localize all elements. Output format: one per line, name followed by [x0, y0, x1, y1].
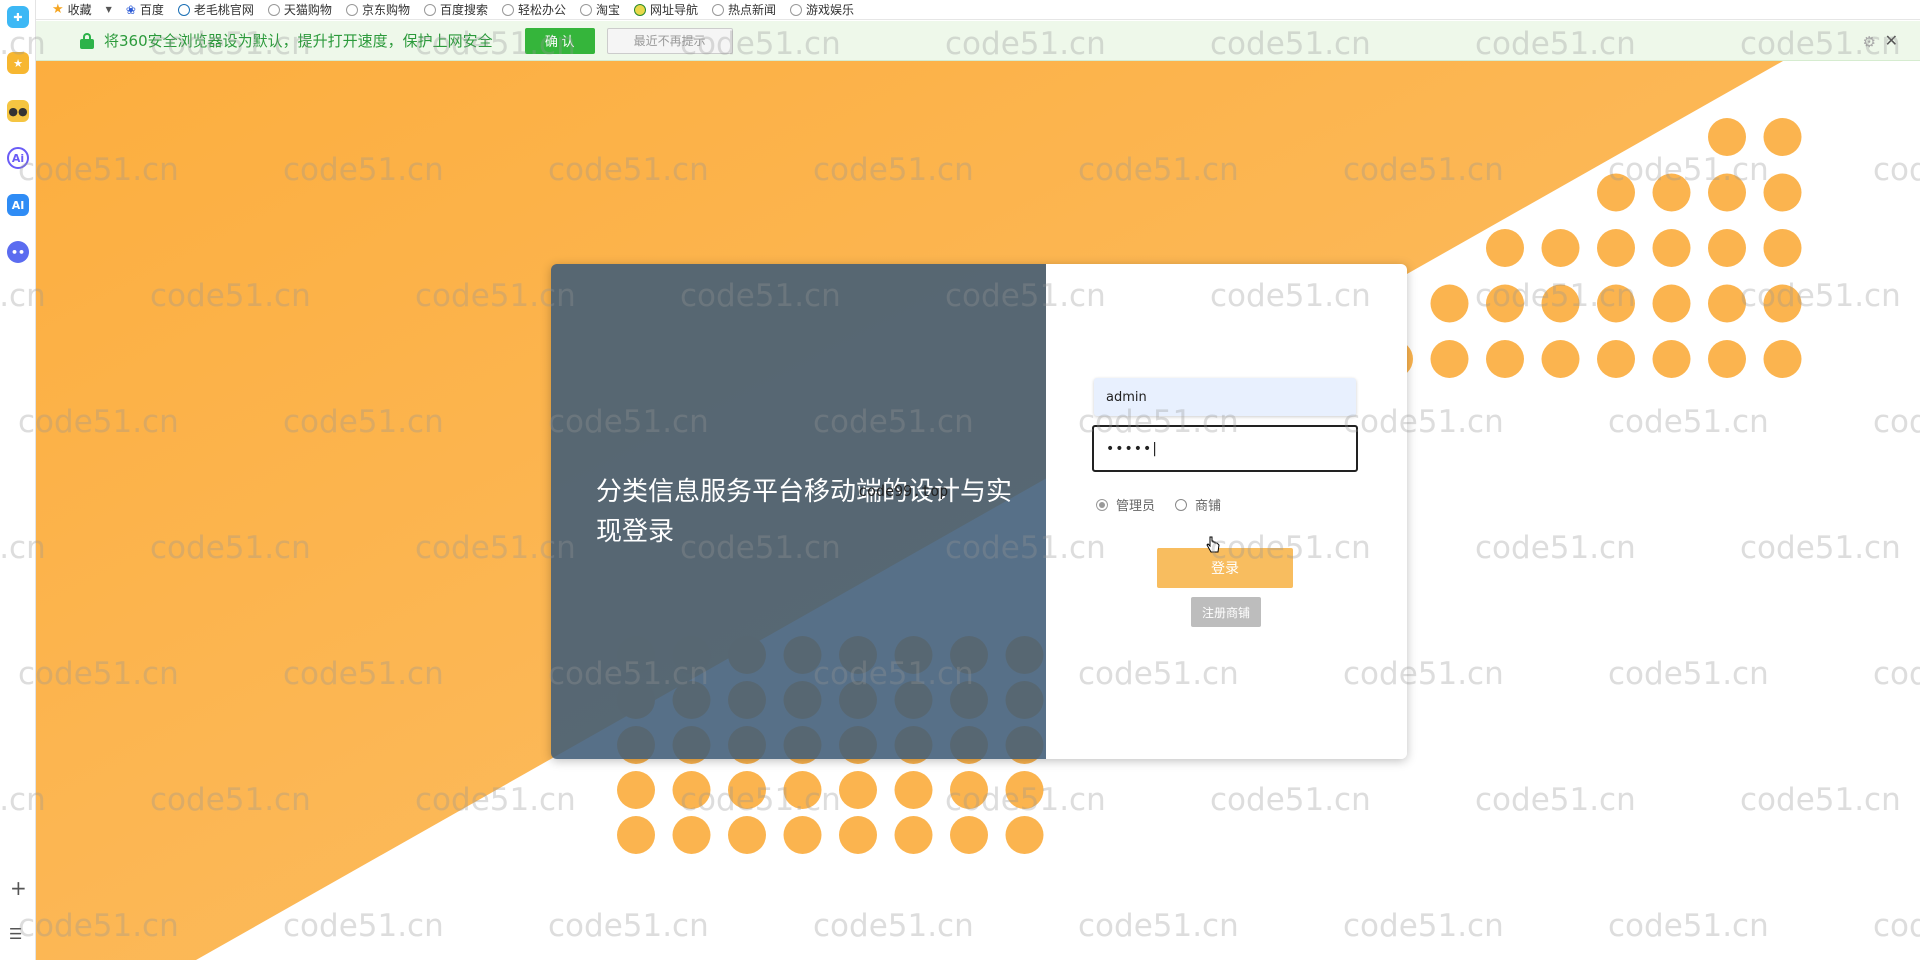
decor-dot — [617, 771, 655, 809]
ai-gradient-icon[interactable]: Ai — [7, 147, 29, 169]
decor-dot — [950, 771, 988, 809]
decor-dot — [1652, 173, 1691, 212]
decor-dot — [1763, 173, 1802, 212]
decor-dot — [894, 816, 933, 854]
globe-icon — [423, 3, 436, 16]
decor-dot — [839, 771, 877, 809]
decor-dot — [1763, 284, 1802, 323]
login-button[interactable]: 登录 — [1157, 548, 1293, 588]
globe-icon — [267, 3, 280, 16]
decor-dot — [1486, 284, 1524, 323]
bookmark-favorites[interactable]: ★ 收藏 ▼ — [52, 1, 112, 18]
decor-dot — [1708, 229, 1746, 267]
decor-dot — [1763, 340, 1802, 378]
chevron-down-icon[interactable]: ▼ — [106, 5, 112, 14]
decor-dot — [1652, 284, 1691, 323]
decor-dot — [1005, 816, 1044, 854]
decor-dot — [1652, 229, 1691, 267]
bookmark-baidu-search[interactable]: 百度搜索 — [423, 1, 488, 18]
chat-bot-icon[interactable]: •• — [7, 241, 29, 263]
robot-assistant-icon[interactable]: ●● — [7, 100, 29, 122]
bookmark-taobao[interactable]: 淘宝 — [579, 1, 620, 18]
overlay-site-text: code99.top — [858, 482, 949, 500]
360-browser-logo-icon[interactable]: ✚ — [7, 6, 29, 28]
decor-dot — [1708, 118, 1746, 156]
page-title: 分类信息服务平台移动端的设计与实现登录 — [596, 477, 1013, 547]
role-option-admin[interactable]: 管理员 — [1096, 495, 1155, 514]
decor-dot — [894, 771, 933, 809]
username-input[interactable] — [1094, 378, 1356, 416]
decor-dot — [1541, 284, 1580, 323]
decor-dot — [1430, 284, 1469, 323]
add-icon[interactable]: + — [10, 876, 27, 900]
favorites-star-icon[interactable]: ★ — [7, 52, 29, 74]
confirm-button[interactable]: 确 认 — [524, 27, 595, 54]
decor-dot — [1708, 284, 1746, 323]
bookmark-tmall[interactable]: 天猫购物 — [267, 1, 332, 18]
bookmark-games[interactable]: 游戏娱乐 — [790, 1, 854, 18]
nav-icon — [634, 3, 646, 16]
decor-dot — [672, 816, 711, 854]
star-icon: ★ — [52, 2, 64, 17]
notice-text: 将360安全浏览器设为默认，提升打开速度，保护上网安全 — [104, 32, 493, 50]
hand-cursor-icon — [1206, 536, 1220, 553]
login-card: 分类信息服务平台移动端的设计与实现登录 管理员 商铺 登录 注册商铺 — [551, 264, 1407, 759]
decor-dot — [1486, 229, 1524, 267]
decor-dot — [728, 816, 766, 854]
password-input[interactable] — [1092, 425, 1358, 472]
globe-icon — [712, 3, 725, 16]
decor-dot — [950, 816, 988, 854]
decor-dot — [1541, 340, 1580, 378]
decor-dot — [728, 771, 766, 809]
decor-dot — [1597, 340, 1635, 378]
bookmark-news[interactable]: 热点新闻 — [712, 1, 776, 18]
decor-dot — [783, 771, 822, 809]
bookmark-baidu[interactable]: ❀ 百度 — [126, 1, 164, 18]
bookmark-nav[interactable]: 网址导航 — [634, 1, 698, 18]
globe-icon — [345, 3, 358, 16]
register-shop-button[interactable]: 注册商铺 — [1191, 597, 1261, 627]
decor-dot — [1652, 340, 1691, 378]
decor-dot — [839, 816, 877, 854]
role-selector: 管理员 商铺 — [1096, 495, 1241, 514]
decor-dot — [1597, 173, 1635, 212]
decor-dot — [1597, 229, 1635, 267]
login-form: 管理员 商铺 登录 注册商铺 — [1046, 264, 1407, 759]
decor-dot — [1541, 229, 1580, 267]
decor-dot — [617, 816, 655, 854]
decor-dot — [1486, 340, 1524, 378]
bookmark-laomaotao[interactable]: 老毛桃官网 — [177, 1, 254, 18]
decor-dot — [672, 771, 711, 809]
lock-icon — [80, 32, 94, 49]
decor-dot — [1430, 340, 1469, 378]
site-icon — [177, 3, 190, 16]
login-card-left-panel: 分类信息服务平台移动端的设计与实现登录 — [551, 264, 1046, 759]
globe-icon — [579, 3, 592, 16]
close-icon[interactable]: ✕ — [1885, 31, 1898, 50]
decor-dot — [1597, 284, 1635, 323]
browser-sidebar: ✚ ★ ●● Ai AI •• + ☰ — [0, 0, 36, 960]
default-browser-notice: 将360安全浏览器设为默认，提升打开速度，保护上网安全 确 认 最近不再提示 ⚙… — [36, 21, 1920, 61]
decor-dot — [783, 816, 822, 854]
radio-checked-icon[interactable] — [1096, 498, 1108, 511]
decor-dot — [1763, 118, 1802, 156]
radio-unchecked-icon[interactable] — [1175, 498, 1188, 511]
decor-dot — [1005, 771, 1044, 809]
dont-remind-button[interactable]: 最近不再提示 — [606, 27, 733, 54]
menu-list-icon[interactable]: ☰ — [9, 925, 22, 943]
bookmarks-bar: ★ 收藏 ▼ ❀ 百度 老毛桃官网 天猫购物 京东购物 百度搜索 轻松办公 淘宝 网址… — [36, 0, 1920, 20]
decor-dot — [1708, 173, 1746, 212]
bookmark-office[interactable]: 轻松办公 — [501, 1, 566, 18]
bookmark-jd[interactable]: 京东购物 — [345, 1, 410, 18]
role-option-shop[interactable]: 商铺 — [1175, 495, 1221, 514]
decor-dot — [1763, 229, 1802, 267]
ai-square-icon[interactable]: AI — [7, 194, 29, 216]
globe-icon — [501, 3, 514, 16]
gear-icon[interactable]: ⚙ — [1863, 33, 1876, 51]
decor-dot — [1708, 340, 1746, 378]
globe-icon — [790, 3, 803, 16]
baidu-paw-icon: ❀ — [125, 2, 136, 17]
